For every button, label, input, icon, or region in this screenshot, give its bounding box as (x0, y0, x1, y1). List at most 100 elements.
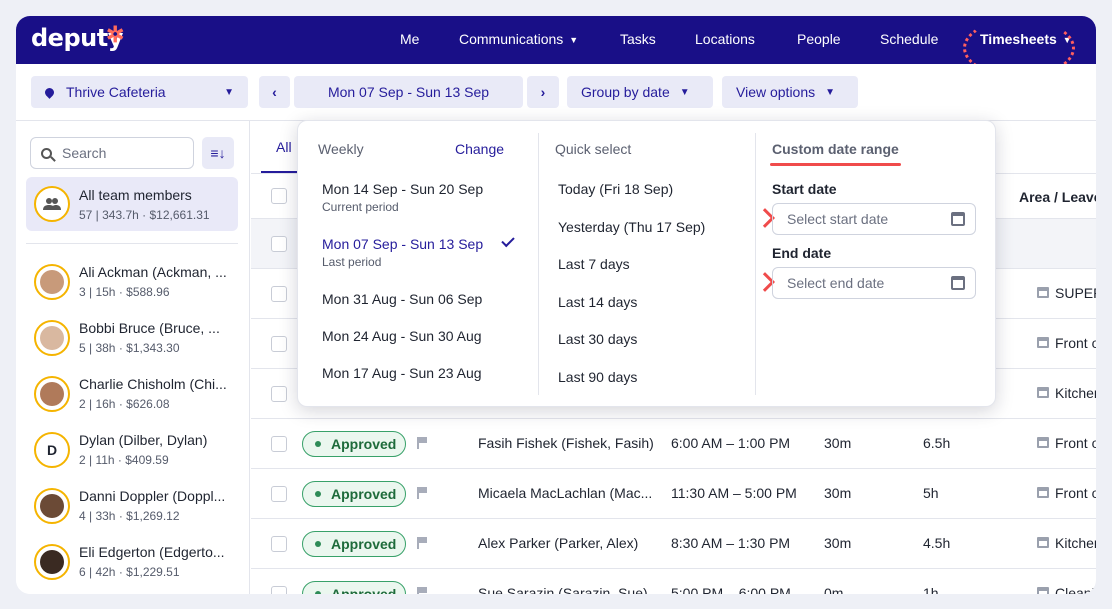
row-checkbox[interactable] (271, 336, 287, 352)
avatar (34, 264, 70, 300)
sidebar-member-danni-doppler[interactable]: Danni Doppler (Doppl... 4 | 33h · $1,269… (26, 479, 238, 535)
area-cell: Kitchen, (1055, 385, 1096, 401)
status-badge[interactable]: Approved (302, 581, 406, 594)
nav-tasks[interactable]: Tasks (620, 31, 656, 47)
avatar (34, 376, 70, 412)
caret-down-icon: ▼ (569, 35, 579, 46)
row-checkbox[interactable] (271, 536, 287, 552)
custom-date-range-heading: Custom date range (772, 141, 899, 157)
status-dot-icon (315, 541, 321, 547)
sidebar-member-bobbi-bruce[interactable]: Bobbi Bruce (Bruce, ... 5 | 38h · $1,343… (26, 311, 238, 367)
nav-schedule[interactable]: Schedule (880, 31, 938, 47)
row-checkbox[interactable] (271, 386, 287, 402)
status-dot-icon (315, 591, 321, 594)
calendar-icon[interactable] (951, 276, 965, 290)
flag-icon[interactable] (417, 587, 427, 594)
top-navigation: deputy ✲ Me Communications ▼ Tasks Locati… (16, 16, 1096, 78)
sort-button[interactable]: ≡↓ (202, 137, 234, 169)
member-name: Bobbi Bruce (Bruce, ... (79, 320, 220, 336)
sidebar-member-charlie-chisholm[interactable]: Charlie Chisholm (Chi... 2 | 16h · $626.… (26, 367, 238, 423)
date-range-button[interactable]: Mon 07 Sep - Sun 13 Sep (294, 76, 523, 108)
select-all-checkbox[interactable] (271, 188, 287, 204)
status-badge[interactable]: Approved (302, 531, 406, 557)
area-cell: SUPERV (1055, 285, 1096, 301)
status-label: Approved (331, 536, 397, 552)
group-by-button[interactable]: Group by date ▼ (567, 76, 713, 108)
next-period-button[interactable]: › (527, 76, 559, 108)
sidebar-member-dylan[interactable]: D Dylan (Dilber, Dylan) 2 | 11h · $409.5… (26, 423, 238, 479)
status-badge[interactable]: Approved (302, 481, 406, 507)
flag-icon[interactable] (417, 437, 427, 449)
quick-option-today[interactable]: Today (Fri 18 Sep) (558, 181, 673, 197)
weekly-option-last[interactable]: Mon 07 Sep - Sun 13 Sep (322, 236, 483, 252)
previous-period-button[interactable]: ‹ (259, 76, 290, 108)
area-cell: Front of (1055, 335, 1096, 351)
store-icon (1037, 387, 1049, 398)
row-checkbox[interactable] (271, 486, 287, 502)
flag-icon[interactable] (417, 537, 427, 549)
member-name: Charlie Chisholm (Chi... (79, 376, 227, 392)
member-summary: 3 | 15h · $588.96 (79, 285, 170, 299)
nav-people[interactable]: People (797, 31, 841, 47)
quick-option-last-14-days[interactable]: Last 14 days (558, 294, 637, 310)
search-input[interactable] (62, 145, 182, 161)
weekly-heading: Weekly (318, 141, 364, 157)
weekly-option[interactable]: Mon 31 Aug - Sun 06 Sep (322, 291, 482, 307)
weekly-option[interactable]: Mon 24 Aug - Sun 30 Aug (322, 328, 482, 344)
all-team-members-item[interactable]: All team members 57 | 343.7h · $12,661.3… (26, 177, 238, 231)
team-sidebar: ≡↓ All team members 57 | 343.7h · $12,66… (16, 121, 250, 594)
search-box[interactable] (30, 137, 194, 169)
weekly-option-current[interactable]: Mon 14 Sep - Sun 20 Sep (322, 181, 483, 197)
flag-icon[interactable] (417, 487, 427, 499)
end-date-input[interactable] (787, 275, 937, 291)
table-row[interactable]: Approved Alex Parker (Parker, Alex) 8:30… (251, 519, 1096, 569)
employee-cell: Sue Sarazin (Sarazin, Sue) (478, 585, 648, 594)
area-leave-header: Area / Leave (1019, 189, 1096, 205)
hours-cell: 1h (923, 585, 939, 594)
calendar-icon[interactable] (951, 212, 965, 226)
avatar (34, 544, 70, 580)
row-checkbox[interactable] (271, 236, 287, 252)
weekly-option[interactable]: Mon 17 Aug - Sun 23 Aug (322, 365, 482, 381)
time-cell: 5:00 PM – 6:00 PM (671, 585, 791, 594)
quick-option-last-7-days[interactable]: Last 7 days (558, 256, 630, 272)
store-icon (1037, 487, 1049, 498)
checkmark-icon (501, 233, 515, 248)
divider (26, 243, 238, 244)
store-icon (1037, 537, 1049, 548)
row-checkbox[interactable] (271, 586, 287, 594)
time-cell: 11:30 AM – 5:00 PM (671, 485, 797, 501)
member-name: Ali Ackman (Ackman, ... (79, 264, 227, 280)
table-row[interactable]: Approved Sue Sarazin (Sarazin, Sue) 5:00… (251, 569, 1096, 594)
quick-select-heading: Quick select (555, 141, 632, 157)
start-date-input[interactable] (787, 211, 937, 227)
view-options-button[interactable]: View options ▼ (722, 76, 858, 108)
quick-option-last-30-days[interactable]: Last 30 days (558, 331, 637, 347)
chevron-left-icon: ‹ (272, 84, 277, 100)
nav-locations[interactable]: Locations (695, 31, 755, 47)
column-divider (538, 133, 539, 395)
table-row[interactable]: Approved Micaela MacLachlan (Mac... 11:3… (251, 469, 1096, 519)
row-checkbox[interactable] (271, 436, 287, 452)
end-date-field[interactable] (772, 267, 976, 299)
start-date-field[interactable] (772, 203, 976, 235)
store-icon (1037, 337, 1049, 348)
status-badge[interactable]: Approved (302, 431, 406, 457)
quick-option-last-90-days[interactable]: Last 90 days (558, 369, 637, 385)
area-cell: Kitchen, (1055, 535, 1096, 551)
sidebar-member-ali-ackman[interactable]: Ali Ackman (Ackman, ... 3 | 15h · $588.9… (26, 255, 238, 311)
location-pin-icon (43, 85, 56, 99)
table-row[interactable]: Approved Fasih Fishek (Fishek, Fasih) 6:… (251, 419, 1096, 469)
sidebar-member-eli-edgerton[interactable]: Eli Edgerton (Edgerto... 6 | 42h · $1,22… (26, 535, 238, 591)
time-cell: 6:00 AM – 1:00 PM (671, 435, 791, 451)
nav-me[interactable]: Me (400, 31, 419, 47)
quick-option-yesterday[interactable]: Yesterday (Thu 17 Sep) (558, 219, 705, 235)
period-sublabel: Last period (322, 255, 382, 269)
avatar-photo (40, 550, 64, 574)
avatar-photo (40, 270, 64, 294)
change-period-link[interactable]: Change (455, 141, 504, 157)
row-checkbox[interactable] (271, 286, 287, 302)
location-select[interactable]: Thrive Cafeteria ▼ (31, 76, 248, 108)
nav-communications[interactable]: Communications ▼ (459, 31, 578, 47)
tab-all[interactable]: All (276, 139, 292, 155)
